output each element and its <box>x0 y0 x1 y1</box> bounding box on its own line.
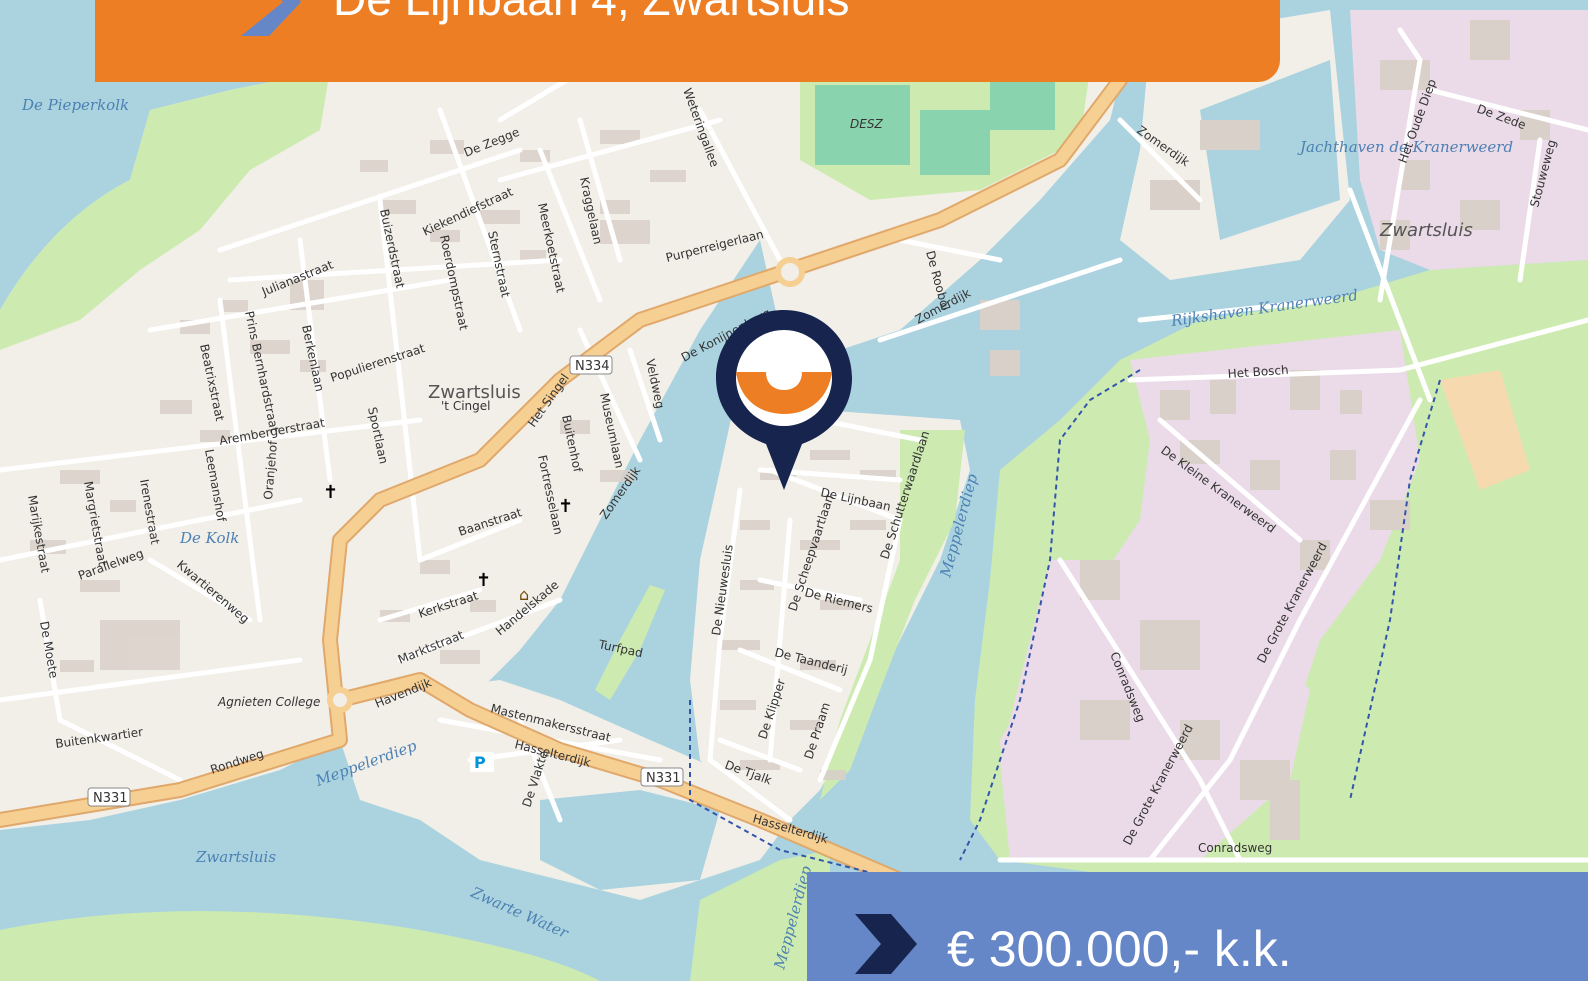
label-pieperkolk: De Pieperkolk <box>21 96 129 114</box>
label-town-east: Zwartsluis <box>1379 220 1473 241</box>
road-ref-n331: N331 <box>93 791 128 806</box>
map-canvas[interactable]: Zwartsluis 't Cingel Zwartsluis De Piepe… <box>0 0 1588 981</box>
price-banner: € 300.000,- k.k. <box>807 872 1588 981</box>
pitch-3 <box>990 80 1055 130</box>
chevron-right-icon <box>855 914 917 974</box>
location-pin-icon[interactable] <box>716 310 852 490</box>
pitch-2 <box>920 110 990 175</box>
road-ref-n331: N331 <box>646 771 681 786</box>
label-desz: DESZ <box>850 117 883 131</box>
parking-label: P <box>474 753 486 772</box>
address-banner: De Lijnbaan 4, Zwartsluis <box>95 0 1280 82</box>
church-icon: ✝ <box>476 570 491 591</box>
label-suburb: 't Cingel <box>441 399 490 413</box>
museum-icon: ⌂ <box>519 585 529 604</box>
label-water-zwartsluis: Zwartsluis <box>195 848 276 866</box>
label-de-kolk: De Kolk <box>179 529 239 547</box>
church-icon: ✝ <box>558 496 573 517</box>
chevron-right-icon <box>241 0 301 36</box>
label-school: Agnieten College <box>217 695 320 709</box>
listing-address: De Lijnbaan 4, Zwartsluis <box>333 0 849 26</box>
road-ref-n334: N334 <box>575 359 610 374</box>
street-label: Conradsweg <box>1198 841 1272 855</box>
listing-price: € 300.000,- k.k. <box>947 921 1292 977</box>
church-icon: ✝ <box>323 482 338 503</box>
